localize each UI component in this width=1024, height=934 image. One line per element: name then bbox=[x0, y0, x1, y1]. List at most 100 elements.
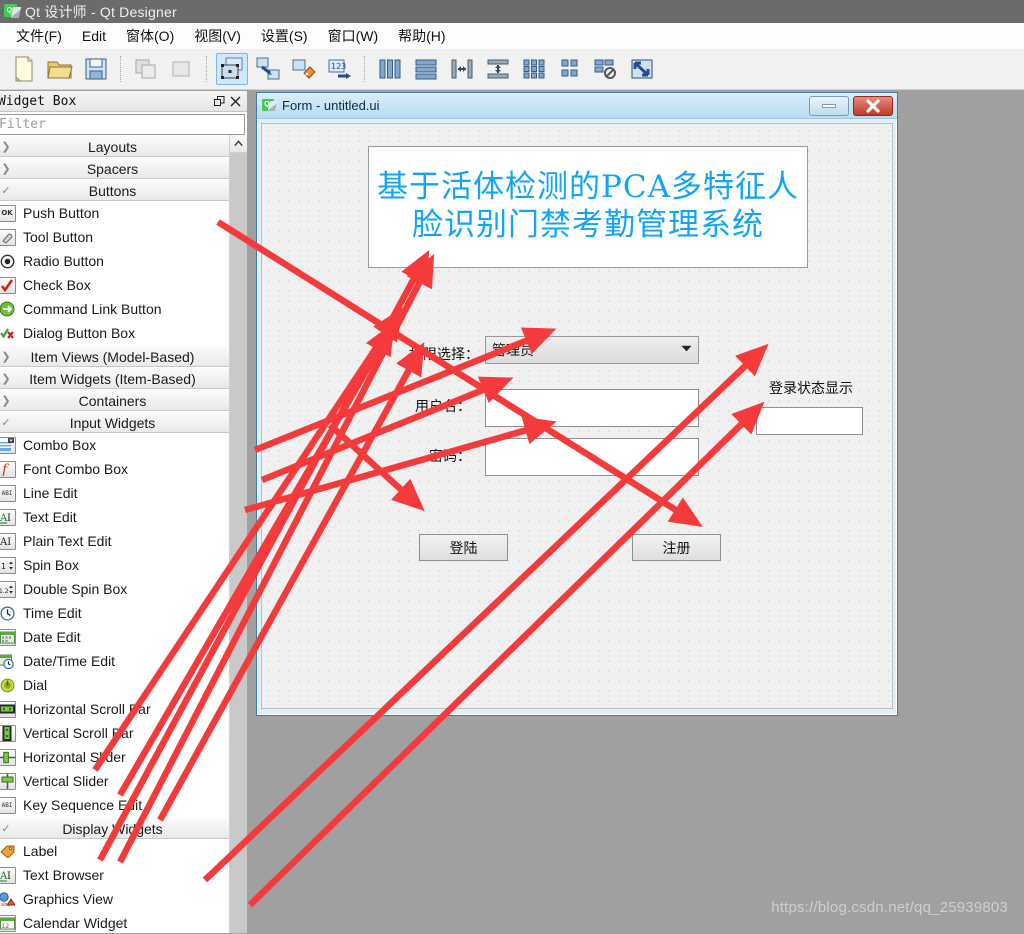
layout-splitter-horizontal-icon[interactable] bbox=[446, 53, 478, 85]
horizontal-slider-icon bbox=[0, 748, 16, 766]
widget-box-category[interactable]: ❯ Item Widgets (Item-Based) bbox=[0, 367, 229, 389]
password-input[interactable] bbox=[485, 438, 699, 476]
widget-box-item[interactable]: Horizontal Slider bbox=[0, 745, 229, 769]
minimize-icon[interactable] bbox=[809, 95, 849, 116]
widget-box-item[interactable]: Combo Box bbox=[0, 433, 229, 457]
scrollbar-track[interactable] bbox=[230, 153, 247, 933]
redo-icon[interactable] bbox=[166, 53, 198, 85]
widget-box-item-label: Text Browser bbox=[23, 867, 104, 883]
widget-box-scrollbar[interactable] bbox=[229, 135, 247, 933]
layout-splitter-vertical-icon[interactable] bbox=[482, 53, 514, 85]
menu-item-help-label: 帮助(H) bbox=[398, 27, 446, 44]
text-edit-icon: AI bbox=[0, 508, 16, 526]
open-folder-icon[interactable] bbox=[44, 53, 76, 85]
widget-box-item[interactable]: Horizontal Scroll Bar bbox=[0, 697, 229, 721]
undo-icon[interactable] bbox=[130, 53, 162, 85]
check-icon: ✓ bbox=[1, 823, 11, 835]
widget-box-item[interactable]: ABI Line Edit bbox=[0, 481, 229, 505]
login-button[interactable]: 登陆 bbox=[419, 534, 508, 561]
break-layout-icon[interactable] bbox=[590, 53, 622, 85]
widget-box-item[interactable]: Vertical Slider bbox=[0, 769, 229, 793]
layout-form-icon[interactable] bbox=[554, 53, 586, 85]
widget-box-list: ❯ Layouts ❯ Spacers ✓ Buttons OK Push Button Too… bbox=[0, 135, 229, 933]
menu-item-settings[interactable]: 设置(S) bbox=[251, 23, 318, 49]
widget-box-item[interactable]: f Font Combo Box bbox=[0, 457, 229, 481]
layout-vertically-icon[interactable] bbox=[410, 53, 442, 85]
widget-box-item-label: Date/Time Edit bbox=[23, 653, 116, 669]
svg-text:I: I bbox=[7, 871, 11, 882]
widget-box-item[interactable]: 12 Calendar Widget bbox=[0, 911, 229, 933]
date-edit-icon bbox=[0, 628, 16, 646]
key-sequence-edit-icon: ABI bbox=[0, 796, 16, 814]
widget-box-item-label: Horizontal Slider bbox=[23, 749, 126, 765]
chevron-right-icon: ❯ bbox=[1, 141, 11, 153]
edit-widgets-icon[interactable] bbox=[216, 53, 248, 85]
vertical-scroll-bar-icon bbox=[0, 724, 16, 742]
widget-box-item[interactable]: AI Plain Text Edit bbox=[0, 529, 229, 553]
widget-box-item[interactable]: Command Link Button bbox=[0, 297, 229, 321]
float-icon[interactable] bbox=[211, 93, 227, 109]
app-title-text: Qt 设计师 - Qt Designer bbox=[25, 3, 177, 20]
widget-box-category-label: Input Widgets bbox=[69, 415, 156, 431]
widget-box-category[interactable]: ❯ Layouts bbox=[0, 135, 229, 157]
close-icon[interactable] bbox=[227, 93, 243, 109]
widget-box-item-label: Time Edit bbox=[23, 605, 82, 621]
qt-logo-tail bbox=[10, 7, 22, 18]
widget-box-item[interactable]: Radio Button bbox=[0, 249, 229, 273]
widget-box-item[interactable]: Date/Time Edit bbox=[0, 649, 229, 673]
layout-grid-icon[interactable] bbox=[518, 53, 550, 85]
edit-signals-slots-icon[interactable] bbox=[252, 53, 284, 85]
save-icon[interactable] bbox=[80, 53, 112, 85]
widget-box-category[interactable]: ✓ Input Widgets bbox=[0, 411, 229, 433]
form-title-bar[interactable]: Qt Form - untitled.ui bbox=[257, 93, 897, 119]
menu-item-settings-label: 设置(S) bbox=[260, 27, 308, 44]
widget-box-item-label: Push Button bbox=[23, 205, 100, 221]
new-file-icon[interactable] bbox=[8, 53, 40, 85]
widget-box-item[interactable]: Tool Button bbox=[0, 225, 229, 249]
menu-item-view[interactable]: 视图(V) bbox=[184, 23, 251, 49]
widget-box-category[interactable]: ✓ Buttons bbox=[0, 179, 229, 201]
close-icon[interactable] bbox=[853, 95, 893, 116]
chevron-right-icon: ❯ bbox=[1, 373, 11, 385]
adjust-size-icon[interactable] bbox=[626, 53, 658, 85]
widget-box-item[interactable]: Check Box bbox=[0, 273, 229, 297]
spin-box-icon: 1 bbox=[0, 556, 16, 574]
menu-item-help[interactable]: 帮助(H) bbox=[388, 23, 455, 49]
widget-box-item[interactable]: A I Text Edit bbox=[0, 505, 229, 529]
widget-box-item[interactable]: abc Graphics View bbox=[0, 887, 229, 911]
register-button[interactable]: 注册 bbox=[632, 534, 721, 561]
widget-box-filter-input[interactable]: Filter bbox=[0, 114, 245, 135]
svg-text:abc: abc bbox=[1, 902, 10, 907]
menu-item-edit[interactable]: Edit bbox=[72, 25, 116, 47]
widget-box-item-label: Combo Box bbox=[23, 437, 97, 453]
widget-box-item[interactable]: Time Edit bbox=[0, 601, 229, 625]
widget-box-item[interactable]: Dial bbox=[0, 673, 229, 697]
widget-box-item[interactable]: 1.2 Double Spin Box bbox=[0, 577, 229, 601]
chevron-up-icon[interactable] bbox=[230, 135, 247, 153]
menu-item-file[interactable]: 文件(F) bbox=[6, 23, 72, 49]
edit-buddies-icon[interactable] bbox=[288, 53, 320, 85]
widget-box-category[interactable]: ❯ Item Views (Model-Based) bbox=[0, 345, 229, 367]
widget-box-item[interactable]: ABI Key Sequence Edit bbox=[0, 793, 229, 817]
widget-box-item[interactable]: Label bbox=[0, 839, 229, 863]
widget-box-category[interactable]: ❯ Containers bbox=[0, 389, 229, 411]
widget-box-item[interactable]: 1 Spin Box bbox=[0, 553, 229, 577]
auth-select-value: 管理员 bbox=[492, 343, 534, 359]
line-edit-icon: ABI bbox=[0, 484, 16, 502]
widget-box-item[interactable]: Dialog Button Box bbox=[0, 321, 229, 345]
widget-box-item[interactable]: Vertical Scroll Bar bbox=[0, 721, 229, 745]
widget-box-item[interactable]: Date Edit bbox=[0, 625, 229, 649]
auth-select-combo[interactable]: 管理员 bbox=[485, 336, 699, 364]
combo-box-icon bbox=[0, 436, 16, 454]
svg-text:AI: AI bbox=[0, 537, 11, 548]
layout-horizontally-icon[interactable] bbox=[374, 53, 406, 85]
widget-box-category[interactable]: ❯ Spacers bbox=[0, 157, 229, 179]
widget-box-category[interactable]: ✓ Display Widgets bbox=[0, 817, 229, 839]
widget-box-item[interactable]: A I Text Browser bbox=[0, 863, 229, 887]
menu-item-window[interactable]: 窗口(W) bbox=[318, 23, 389, 49]
menu-item-form[interactable]: 窗体(O) bbox=[116, 23, 184, 49]
edit-tab-order-icon[interactable]: 123 bbox=[324, 53, 356, 85]
menu-item-edit-label: Edit bbox=[81, 27, 107, 44]
widget-box-item[interactable]: OK Push Button bbox=[0, 201, 229, 225]
username-input[interactable] bbox=[485, 389, 699, 427]
